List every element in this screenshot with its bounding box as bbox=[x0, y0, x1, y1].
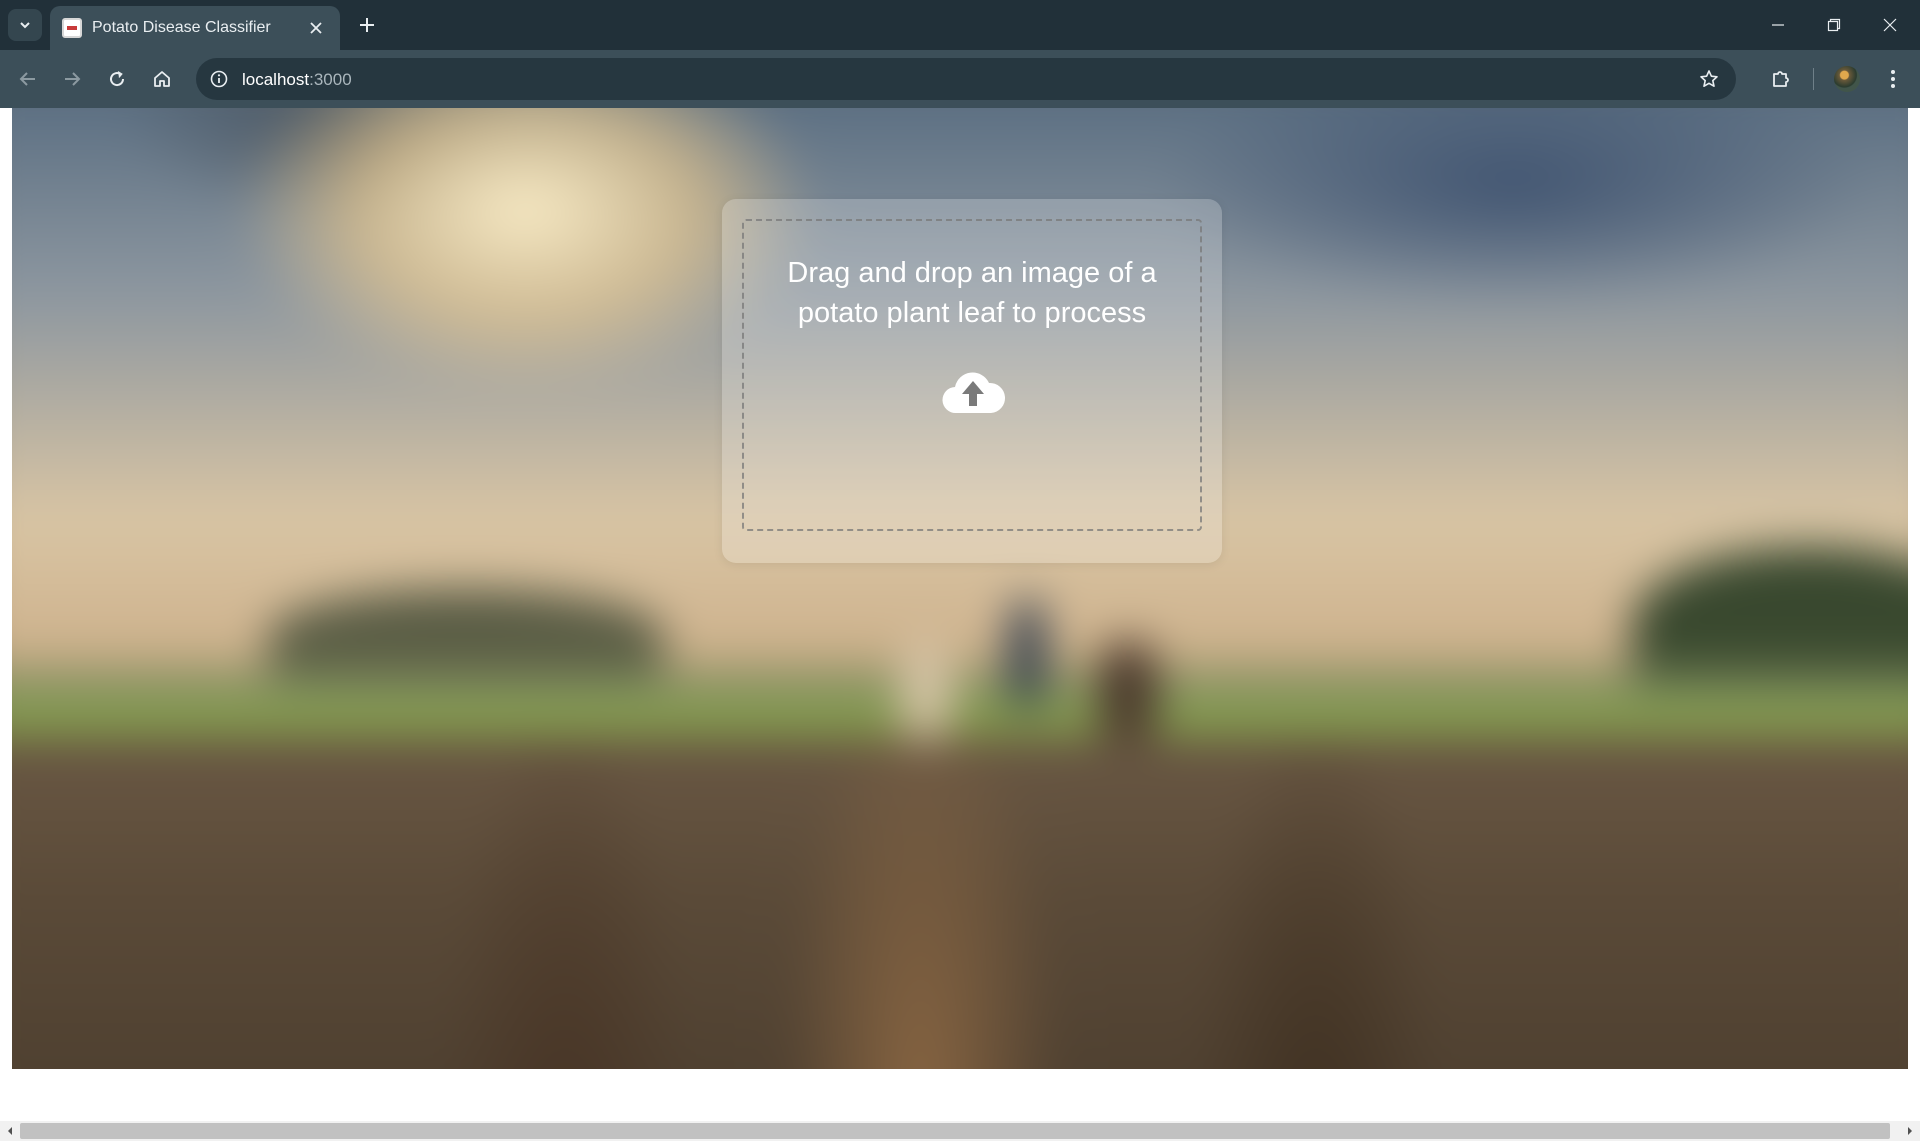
address-bar[interactable]: localhost:3000 bbox=[196, 58, 1736, 100]
image-dropzone[interactable]: Drag and drop an image of a potato plant… bbox=[742, 219, 1202, 531]
kebab-menu-icon bbox=[1891, 70, 1895, 88]
background-image: Drag and drop an image of a potato plant… bbox=[12, 108, 1908, 1069]
url-port: :3000 bbox=[309, 70, 352, 89]
plowed-field bbox=[12, 734, 1908, 1069]
cloud-upload-icon[interactable] bbox=[940, 367, 1006, 417]
dropzone-message: Drag and drop an image of a potato plant… bbox=[787, 257, 1157, 329]
scroll-right-button[interactable] bbox=[1900, 1121, 1920, 1141]
site-info-button[interactable] bbox=[204, 64, 234, 94]
favicon-icon bbox=[62, 18, 82, 38]
home-icon bbox=[154, 71, 170, 87]
reload-button[interactable] bbox=[99, 61, 135, 97]
tab-potato-disease-classifier[interactable]: Potato Disease Classifier bbox=[50, 6, 340, 50]
profile-avatar[interactable] bbox=[1834, 66, 1860, 92]
url-host: localhost bbox=[242, 70, 310, 89]
minimize-icon bbox=[1772, 24, 1784, 26]
scroll-left-button[interactable] bbox=[0, 1121, 20, 1141]
close-window-icon bbox=[1883, 18, 1897, 32]
close-tab-button[interactable] bbox=[304, 17, 328, 40]
restore-icon bbox=[1827, 18, 1841, 32]
back-button[interactable] bbox=[10, 61, 46, 97]
upload-card: Drag and drop an image of a potato plant… bbox=[722, 199, 1222, 563]
bookmark-button[interactable] bbox=[1696, 66, 1722, 92]
toolbar-divider bbox=[1813, 68, 1814, 90]
ox-figure bbox=[900, 640, 951, 741]
url-text[interactable]: localhost:3000 bbox=[242, 70, 352, 90]
triangle-left-icon bbox=[8, 1127, 12, 1135]
horizontal-scrollbar[interactable] bbox=[0, 1121, 1920, 1141]
restore-button[interactable] bbox=[1806, 0, 1862, 50]
farmer-figure bbox=[1009, 598, 1046, 709]
tab-search-button[interactable] bbox=[8, 9, 42, 41]
scrollbar-thumb[interactable] bbox=[20, 1123, 1890, 1139]
star-icon bbox=[1700, 70, 1718, 87]
extensions-button[interactable] bbox=[1763, 61, 1799, 97]
minimize-button[interactable] bbox=[1750, 0, 1806, 50]
triangle-right-icon bbox=[1908, 1127, 1912, 1135]
forward-button[interactable] bbox=[54, 61, 90, 97]
reload-icon bbox=[110, 71, 125, 87]
tab-title: Potato Disease Classifier bbox=[92, 19, 271, 36]
home-button[interactable] bbox=[144, 61, 180, 97]
browser-tab-bar: Potato Disease Classifier bbox=[0, 0, 1920, 50]
page-viewport: Drag and drop an image of a potato plant… bbox=[0, 108, 1920, 1141]
new-tab-button[interactable] bbox=[352, 10, 382, 40]
chevron-down-icon bbox=[20, 22, 30, 29]
puzzle-icon bbox=[1773, 71, 1789, 87]
close-icon bbox=[310, 21, 322, 34]
plus-icon bbox=[360, 18, 374, 32]
ox-figure bbox=[1098, 640, 1159, 741]
info-icon bbox=[210, 70, 228, 88]
browser-menu-button[interactable] bbox=[1875, 61, 1911, 97]
arrow-right-icon bbox=[65, 72, 81, 86]
arrow-left-icon bbox=[19, 72, 35, 86]
close-window-button[interactable] bbox=[1862, 0, 1918, 50]
browser-toolbar: localhost:3000 bbox=[0, 50, 1920, 108]
